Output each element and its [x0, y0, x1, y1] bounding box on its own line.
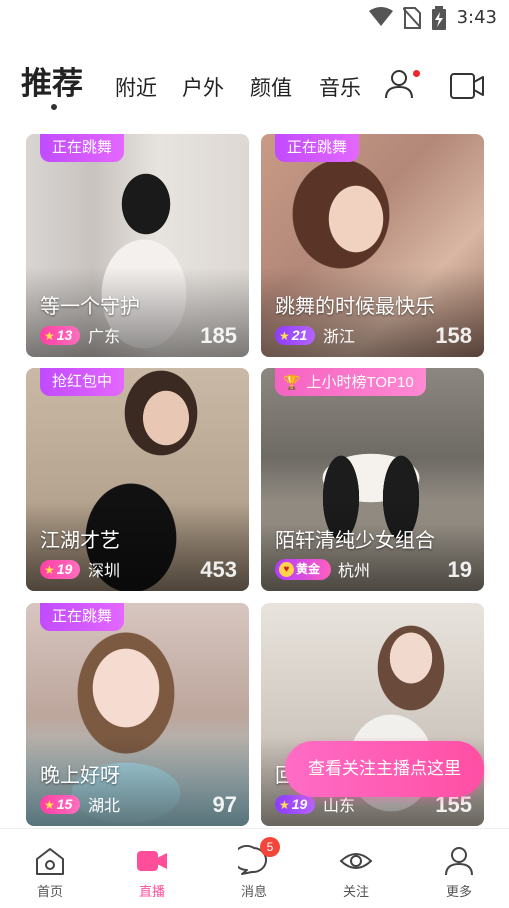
star-icon: ★	[279, 329, 290, 343]
bottom-navigation: 首页 直播 5 消息 关注 更多	[0, 828, 509, 908]
eye-icon	[339, 853, 373, 869]
status-badge: 正在跳舞	[40, 603, 125, 631]
status-badge: 正在跳舞	[275, 134, 360, 162]
level-badge: ★ 21	[275, 326, 315, 345]
status-badge: 正在跳舞	[40, 134, 125, 162]
level-badge: ★ 19	[275, 795, 315, 814]
user-icon	[445, 847, 473, 876]
category-tabs: 推荐 附近 户外 颜值 音乐	[0, 52, 509, 116]
nav-label: 消息	[240, 884, 267, 899]
user-icon	[385, 70, 413, 99]
star-icon: ★	[44, 329, 55, 343]
active-tab-indicator	[51, 104, 57, 110]
level-badge: ★ 15	[40, 795, 80, 814]
star-icon: ★	[44, 798, 55, 812]
tab-music[interactable]: 音乐	[319, 72, 361, 102]
nav-home[interactable]: 首页	[20, 845, 80, 900]
tab-looks[interactable]: 颜值	[250, 72, 292, 102]
status-bar: 3:43	[0, 0, 509, 34]
room-location: 杭州	[338, 563, 371, 580]
room-title: 晚上好呀	[40, 765, 120, 787]
heart-icon: ♥	[279, 562, 294, 577]
rank-badge: 🏆 上小时榜TOP10	[275, 368, 426, 396]
no-sim-icon	[403, 7, 421, 29]
gold-level-badge: ♥ 黄金	[275, 559, 331, 580]
live-room-card[interactable]: 正在跳舞 等一个守护 ★ 13 广东 185	[26, 134, 249, 357]
room-location: 深圳	[88, 563, 121, 580]
level-badge: ★ 19	[40, 560, 80, 579]
nav-live[interactable]: 直播	[122, 845, 182, 900]
trophy-icon: 🏆	[283, 374, 301, 390]
tab-nearby[interactable]: 附近	[115, 72, 157, 102]
nav-label: 直播	[138, 884, 165, 899]
nav-more[interactable]: 更多	[429, 845, 489, 900]
room-title: 等一个守护	[40, 296, 140, 318]
status-time: 3:43	[456, 7, 497, 28]
home-icon	[36, 848, 64, 875]
room-title: 江湖才艺	[40, 530, 120, 552]
nav-label: 关注	[342, 884, 369, 899]
star-icon: ★	[44, 563, 55, 577]
tab-recommend[interactable]: 推荐	[21, 58, 83, 103]
live-room-card[interactable]: 抢红包中 江湖才艺 ★ 19 深圳 453	[26, 368, 249, 591]
room-location: 湖北	[88, 798, 121, 815]
live-room-card[interactable]: 正在跳舞 跳舞的时候最快乐 ★ 21 浙江 158	[261, 134, 484, 357]
nav-label: 首页	[36, 884, 63, 899]
nav-label: 更多	[445, 884, 472, 899]
viewer-count: 19	[447, 557, 472, 582]
live-room-card[interactable]: 正在跳舞 晚上好呀 ★ 15 湖北 97	[26, 603, 249, 826]
status-badge: 抢红包中	[40, 368, 125, 396]
live-camera-icon	[137, 851, 167, 871]
unread-count-badge: 5	[260, 837, 280, 857]
video-camera-icon[interactable]	[449, 70, 485, 102]
room-title: 陌轩清纯少女组合	[275, 530, 435, 552]
wifi-icon	[369, 7, 393, 26]
nav-messages[interactable]: 5 消息	[224, 837, 284, 900]
room-location: 浙江	[323, 329, 356, 346]
battery-charging-icon	[432, 6, 446, 30]
viewer-count: 453	[200, 557, 237, 582]
profile-button[interactable]	[384, 68, 420, 104]
room-location: 广东	[88, 329, 121, 346]
notification-dot	[413, 70, 420, 77]
viewer-count: 158	[435, 323, 472, 348]
tab-outdoor[interactable]: 户外	[182, 72, 224, 102]
live-room-card[interactable]: 🏆 上小时榜TOP10 陌轩清纯少女组合 ♥ 黄金 杭州 19	[261, 368, 484, 591]
room-title: 跳舞的时候最快乐	[275, 296, 435, 318]
nav-follow[interactable]: 关注	[326, 845, 386, 900]
star-icon: ★	[279, 798, 290, 812]
viewer-count: 185	[200, 323, 237, 348]
view-followed-hosts-button[interactable]: 查看关注主播点这里	[285, 741, 484, 797]
viewer-count: 97	[212, 792, 237, 817]
level-badge: ★ 13	[40, 326, 80, 345]
